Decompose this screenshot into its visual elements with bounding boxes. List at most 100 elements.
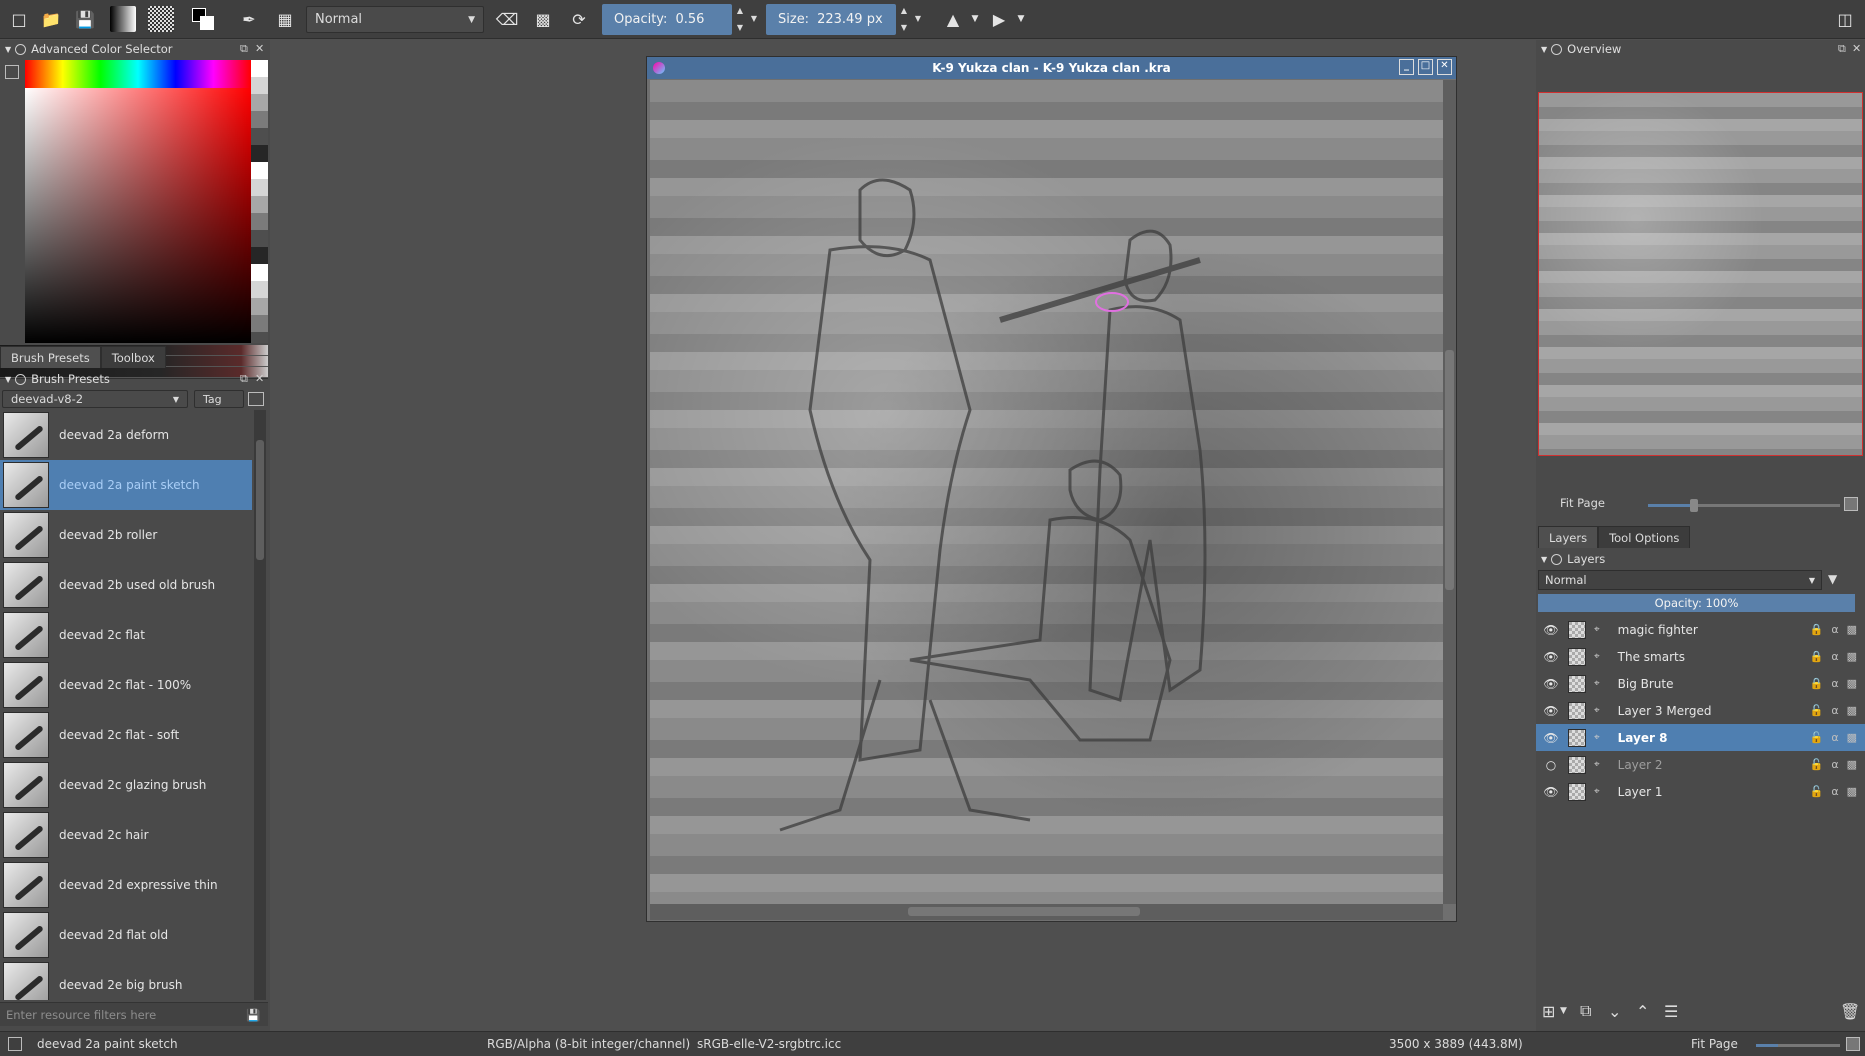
- hue-ramp[interactable]: [25, 60, 251, 88]
- opacity-spinner[interactable]: ▲ ▼: [734, 6, 746, 32]
- close-dock-icon[interactable]: ✕: [255, 42, 264, 55]
- brush-preset-item[interactable]: deevad 2b roller: [0, 510, 252, 560]
- lock-closed-icon[interactable]: 🔒: [1810, 623, 1824, 636]
- inherit-alpha-icon[interactable]: ▩: [1847, 623, 1857, 636]
- brush-preset-item[interactable]: deevad 2b used old brush: [0, 560, 252, 610]
- lock-open-icon[interactable]: 🔓: [1810, 758, 1824, 771]
- eye-visible-icon[interactable]: 👁: [1542, 623, 1560, 637]
- gradient-selector-icon[interactable]: [110, 6, 136, 32]
- color-selector-settings-icon[interactable]: [5, 65, 19, 79]
- painting-canvas[interactable]: [650, 80, 1443, 904]
- save-icon[interactable]: 💾: [72, 6, 98, 32]
- layer-link-icon[interactable]: ⌖: [1594, 678, 1600, 689]
- brush-preset-item[interactable]: deevad 2c glazing brush: [0, 760, 252, 810]
- preset-set-select[interactable]: deevad-v8-2 ▼: [2, 390, 188, 408]
- layer-row[interactable]: 👁 ⌖ Layer 1 🔓 α ▩: [1536, 778, 1865, 805]
- tab-layers[interactable]: Layers: [1538, 526, 1599, 548]
- lock-open-icon[interactable]: 🔓: [1810, 704, 1824, 717]
- fg-bg-color-icon[interactable]: [190, 6, 216, 32]
- layer-link-icon[interactable]: ⌖: [1594, 624, 1600, 635]
- alpha-lock-icon[interactable]: α: [1831, 704, 1838, 717]
- size-spinner[interactable]: ▲ ▼: [898, 6, 910, 32]
- close-dock-icon[interactable]: ✕: [255, 372, 264, 385]
- layer-link-icon[interactable]: ⌖: [1594, 732, 1600, 743]
- view-mode-icon[interactable]: [248, 392, 264, 406]
- brush-preset-item[interactable]: deevad 2a deform: [0, 410, 252, 460]
- alpha-lock-icon[interactable]: α: [1831, 623, 1838, 636]
- brush-preset-item[interactable]: deevad 2c flat: [0, 610, 252, 660]
- size-menu-chevron-icon[interactable]: ▼: [912, 6, 924, 32]
- eye-visible-icon[interactable]: 👁: [1542, 650, 1560, 664]
- layer-row[interactable]: 👁 ⌖ magic fighter 🔒 α ▩: [1536, 616, 1865, 643]
- tab-brush-presets[interactable]: Brush Presets: [0, 346, 101, 368]
- layer-filter-icon[interactable]: ▼: [1828, 572, 1837, 586]
- collapse-triangle-icon[interactable]: ▼: [5, 45, 11, 54]
- eye-visible-icon[interactable]: 👁: [1542, 785, 1560, 799]
- layer-opacity-slider[interactable]: Opacity: 100%: [1538, 594, 1855, 612]
- minimize-icon[interactable]: _: [1399, 59, 1414, 75]
- canvas-horizontal-scrollbar[interactable]: [650, 904, 1443, 920]
- overview-fit-icon[interactable]: [1844, 497, 1858, 511]
- mirror-vertical-menu-icon[interactable]: ▼: [1008, 6, 1034, 32]
- layer-properties-icon[interactable]: ☰: [1664, 1002, 1678, 1021]
- layer-link-icon[interactable]: ⌖: [1594, 786, 1600, 797]
- brush-preset-item[interactable]: deevad 2c flat - 100%: [0, 660, 252, 710]
- add-layer-menu-icon[interactable]: ▼: [1560, 1006, 1567, 1016]
- overview-zoom-slider[interactable]: [1648, 499, 1840, 512]
- alpha-lock-icon[interactable]: α: [1831, 731, 1838, 744]
- layer-row[interactable]: 👁 ⌖ Big Brute 🔒 α ▩: [1536, 670, 1865, 697]
- workspace-switcher-icon[interactable]: ◫: [1832, 6, 1858, 32]
- inherit-alpha-icon[interactable]: ▩: [1847, 677, 1857, 690]
- inherit-alpha-icon[interactable]: ▩: [1847, 758, 1857, 771]
- alpha-lock-icon[interactable]: α: [1831, 650, 1838, 663]
- add-layer-icon[interactable]: ⊞: [1542, 1002, 1555, 1021]
- inherit-alpha-icon[interactable]: ▩: [1847, 785, 1857, 798]
- eraser-icon[interactable]: ⌫: [494, 6, 520, 32]
- inherit-alpha-icon[interactable]: ▩: [1847, 704, 1857, 717]
- maximize-icon[interactable]: □: [1418, 59, 1433, 75]
- status-fit-icon[interactable]: [1846, 1037, 1860, 1051]
- eye-hidden-icon[interactable]: ○: [1542, 758, 1560, 772]
- brush-preset-item[interactable]: deevad 2e big brush: [0, 960, 252, 1000]
- move-layer-down-icon[interactable]: ⌄: [1608, 1002, 1621, 1021]
- move-layer-up-icon[interactable]: ⌃: [1636, 1002, 1649, 1021]
- layer-blend-mode-select[interactable]: Normal ▼: [1538, 570, 1822, 590]
- resource-filter-input[interactable]: Enter resource filters here 💾: [0, 1002, 268, 1026]
- mirror-horizontal-menu-icon[interactable]: ▼: [962, 6, 988, 32]
- size-slider[interactable]: Size: 223.49 px: [766, 4, 896, 35]
- lock-open-icon[interactable]: 🔓: [1810, 731, 1824, 744]
- layer-row[interactable]: 👁 ⌖ The smarts 🔒 α ▩: [1536, 643, 1865, 670]
- status-zoom-slider[interactable]: [1756, 1044, 1840, 1047]
- lock-open-icon[interactable]: 🔓: [1810, 785, 1824, 798]
- close-dock-icon[interactable]: ✕: [1852, 42, 1861, 55]
- brush-editor-icon[interactable]: ✒: [236, 6, 262, 32]
- eye-visible-icon[interactable]: 👁: [1542, 704, 1560, 718]
- save-filter-icon[interactable]: 💾: [246, 1008, 260, 1022]
- brush-presets-grid-icon[interactable]: ▦: [272, 6, 298, 32]
- saturation-value-square[interactable]: [25, 88, 251, 343]
- brush-preset-item[interactable]: deevad 2c hair: [0, 810, 252, 860]
- close-icon[interactable]: ✕: [1437, 59, 1452, 75]
- new-document-icon[interactable]: □: [6, 6, 32, 32]
- layer-link-icon[interactable]: ⌖: [1594, 651, 1600, 662]
- open-folder-icon[interactable]: 📁: [38, 6, 64, 32]
- pattern-selector-icon[interactable]: [148, 6, 174, 32]
- alpha-lock-icon[interactable]: α: [1831, 785, 1838, 798]
- brush-preset-item[interactable]: deevad 2d flat old: [0, 910, 252, 960]
- alpha-lock-icon[interactable]: α: [1831, 677, 1838, 690]
- opacity-slider[interactable]: Opacity: 0.56: [602, 4, 732, 35]
- layer-row[interactable]: 👁 ⌖ Layer 8 🔓 α ▩: [1536, 724, 1865, 751]
- blend-mode-select[interactable]: Normal ▼: [306, 6, 484, 33]
- float-dock-icon[interactable]: ⧉: [1838, 42, 1846, 56]
- float-dock-icon[interactable]: ⧉: [240, 372, 248, 386]
- eye-visible-icon[interactable]: 👁: [1542, 677, 1560, 691]
- reload-preset-icon[interactable]: ⟳: [566, 6, 592, 32]
- lock-closed-icon[interactable]: 🔒: [1810, 650, 1824, 663]
- brush-preset-item[interactable]: deevad 2a paint sketch: [0, 460, 252, 510]
- document-titlebar[interactable]: K-9 Yukza clan - K-9 Yukza clan .kra _ □…: [647, 57, 1456, 79]
- brush-status-icon[interactable]: [8, 1037, 22, 1051]
- inherit-alpha-icon[interactable]: ▩: [1847, 731, 1857, 744]
- minimal-shade-selector[interactable]: [251, 60, 268, 343]
- canvas-vertical-scrollbar[interactable]: [1443, 80, 1456, 904]
- collapse-triangle-icon[interactable]: ▼: [1541, 555, 1547, 564]
